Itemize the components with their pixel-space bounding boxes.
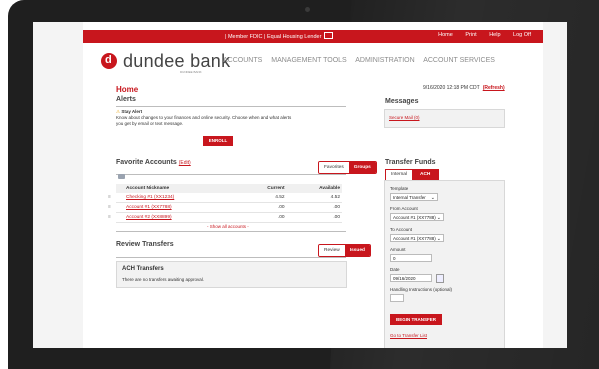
instructions-label: Handling Instructions (optional)	[390, 287, 453, 292]
tab-issued[interactable]: Issued	[344, 245, 370, 256]
printer-icon[interactable]	[118, 174, 125, 179]
house-icon	[324, 32, 334, 39]
account-link[interactable]: Account #1 (XX7788)	[126, 205, 172, 210]
available-balance: .00	[333, 205, 340, 210]
amount-input[interactable]: 0	[390, 254, 432, 262]
table-bottom-divider	[116, 231, 346, 232]
transfer-heading: Transfer Funds	[385, 159, 436, 166]
nav-accounts[interactable]: ACCOUNTS	[223, 57, 262, 64]
tab-internal[interactable]: Internal	[386, 170, 412, 180]
brand-name[interactable]: dundee bank	[123, 51, 230, 72]
refresh-link[interactable]: (Refresh)	[483, 85, 505, 91]
datetime-display: 9/16/2020 12:18 PM CDT (Refresh)	[423, 85, 505, 91]
to-account-label: To Account	[390, 227, 413, 232]
date-input[interactable]: 09/16/2020	[390, 274, 432, 282]
tab-ach[interactable]: ACH	[412, 170, 439, 180]
help-link[interactable]: Help	[489, 32, 500, 38]
available-balance: 4.52	[330, 195, 340, 200]
home-link[interactable]: Home	[438, 32, 453, 38]
fdic-text: | Member FDIC | Equal Housing Lender	[225, 32, 334, 40]
nav-administration[interactable]: ADMINISTRATION	[355, 57, 414, 64]
begin-transfer-button[interactable]: BEGIN TRANSFER	[390, 314, 442, 325]
utility-links: Home Print Help Log Off	[427, 32, 531, 38]
column-header-current: Current	[267, 186, 285, 191]
alerts-heading: Alerts	[116, 96, 136, 103]
template-label: Template	[390, 186, 409, 191]
favorites-heading: Favorite Accounts (Edit)	[116, 159, 191, 166]
favorites-tabs: Favorites Groups	[318, 161, 377, 174]
instructions-input[interactable]	[390, 294, 404, 302]
transfer-list-link[interactable]: Go to Transfer List	[390, 333, 427, 338]
dundee-logo-icon[interactable]: d	[101, 53, 117, 69]
ach-transfers-title: ACH Transfers	[122, 266, 164, 272]
camera-icon	[305, 7, 310, 12]
alert-body-2: you get by email or text message.	[116, 121, 184, 126]
enroll-button[interactable]: ENROLL	[203, 136, 233, 146]
page-title: Home	[116, 85, 139, 94]
tab-groups[interactable]: Groups	[348, 162, 376, 173]
print-link[interactable]: Print	[465, 32, 476, 38]
warning-icon: ⚠	[116, 109, 121, 114]
drag-handle-icon[interactable]: ≡	[108, 213, 111, 222]
table-row: ≡ Checking #1 (XX1234) 4.52 4.52	[108, 193, 342, 203]
favorites-divider	[116, 174, 346, 175]
account-link[interactable]: Account #2 (XX8899)	[126, 215, 172, 220]
chevron-down-icon: ⌄	[436, 215, 441, 221]
tab-favorites[interactable]: Favorites	[319, 162, 349, 173]
messages-heading: Messages	[385, 98, 419, 105]
alerts-divider	[116, 106, 346, 107]
available-balance: .00	[333, 215, 340, 220]
date-label: Date	[390, 267, 400, 272]
ach-transfers-text: There are no transfers awaiting approval…	[122, 277, 205, 282]
tab-review[interactable]: Review	[319, 245, 345, 256]
current-balance: .00	[277, 205, 285, 210]
nav-account-services[interactable]: ACCOUNT SERVICES	[423, 57, 495, 64]
review-tabs: Review Issued	[318, 244, 371, 257]
table-header: Account Nickname Current Available	[116, 184, 342, 193]
from-account-select[interactable]: Account #1 (XX7788) ⌄	[390, 213, 444, 221]
table-row: ≡ Account #2 (XX8899) .00 .00	[108, 213, 342, 223]
calendar-icon[interactable]	[436, 274, 444, 283]
chevron-down-icon: ⌄	[436, 236, 441, 242]
show-all-accounts-link[interactable]: - Show all accounts -	[207, 224, 249, 229]
accounts-table: Account Nickname Current Available ≡ Chec…	[108, 184, 342, 223]
template-select[interactable]: Internal Transfer ⌄	[390, 193, 438, 201]
alert-body-1: Know about changes to your finances and …	[116, 115, 292, 120]
column-header-available: Available	[319, 186, 340, 191]
main-nav: ACCOUNTS MANAGEMENT TOOLS ADMINISTRATION…	[223, 57, 502, 64]
review-divider	[116, 257, 346, 258]
chevron-down-icon: ⌄	[430, 195, 435, 201]
edit-favorites-link[interactable]: (Edit)	[179, 160, 191, 166]
amount-label: Amount	[390, 247, 406, 252]
table-row: ≡ Account #1 (XX7788) .00 .00	[108, 203, 342, 213]
current-balance: .00	[277, 215, 285, 220]
brand-subtitle: DUNDEE BANK	[180, 70, 202, 74]
top-utility-bar: | Member FDIC | Equal Housing Lender Hom…	[83, 30, 543, 43]
column-header-nickname: Account Nickname	[126, 186, 170, 191]
from-account-label: From Account	[390, 206, 418, 211]
drag-handle-icon[interactable]: ≡	[108, 193, 111, 202]
account-link[interactable]: Checking #1 (XX1234)	[126, 195, 174, 200]
nav-management-tools[interactable]: MANAGEMENT TOOLS	[271, 57, 346, 64]
review-heading: Review Transfers	[116, 241, 174, 248]
current-balance: 4.52	[275, 195, 285, 200]
drag-handle-icon[interactable]: ≡	[108, 203, 111, 212]
to-account-select[interactable]: Account #1 (XX7788) ⌄	[390, 234, 444, 242]
secure-mail-link[interactable]: Secure Mail (0)	[389, 115, 420, 120]
log-off-link[interactable]: Log Off	[513, 32, 531, 38]
screen-content: | Member FDIC | Equal Housing Lender Hom…	[33, 22, 567, 348]
